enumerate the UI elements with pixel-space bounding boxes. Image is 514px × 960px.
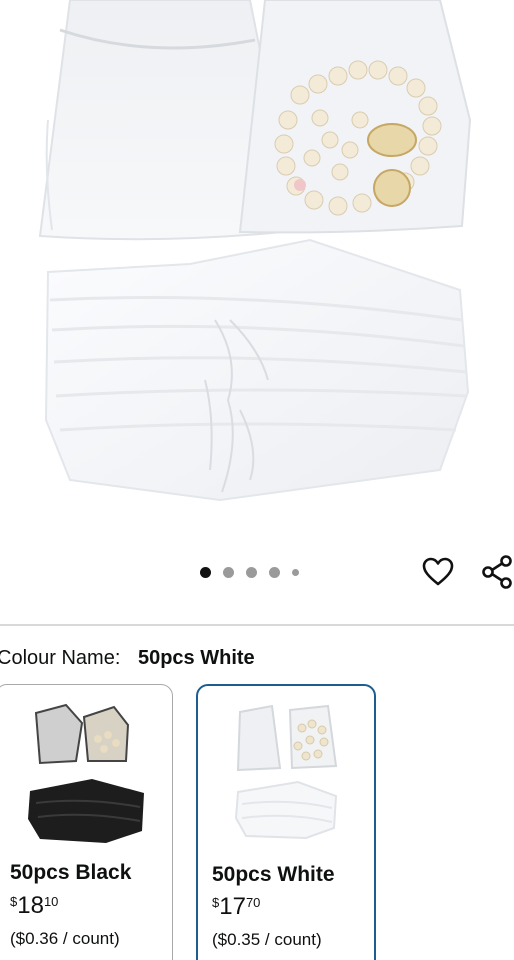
variant-thumbnail — [198, 696, 374, 846]
price-whole: 17 — [219, 893, 246, 920]
price-fraction: 70 — [245, 895, 261, 910]
variant-thumbnail — [0, 695, 172, 845]
price-whole: 18 — [17, 892, 44, 919]
price-currency: $ — [10, 894, 18, 909]
colour-label: Colour Name: — [0, 647, 121, 669]
heart-icon — [422, 557, 454, 586]
carousel-indicator[interactable] — [200, 565, 299, 579]
wishlist-button[interactable] — [418, 552, 458, 592]
colour-selection-label: Colour Name: 50pcs White — [0, 645, 255, 671]
share-icon — [482, 555, 512, 589]
product-page: Colour Name: 50pcs White 50pcs Black $ 1… — [0, 0, 514, 960]
variant-option-black[interactable]: 50pcs Black $ 18 10 ($0.36 / count) — [0, 684, 173, 960]
carousel-dot[interactable] — [269, 566, 280, 578]
share-button[interactable] — [477, 552, 514, 592]
carousel-dot[interactable] — [292, 568, 299, 576]
variant-unit-price: ($0.36 / count) — [10, 929, 120, 948]
variant-name: 50pcs White — [212, 863, 335, 886]
product-image[interactable] — [0, 0, 514, 545]
variant-unit-price: ($0.35 / count) — [212, 930, 322, 949]
carousel-dot[interactable] — [223, 566, 234, 578]
variant-option-white[interactable]: 50pcs White $ 17 70 ($0.35 / count) — [196, 684, 376, 960]
variant-price: $ 17 70 — [212, 893, 260, 921]
carousel-dot[interactable] — [200, 566, 211, 578]
section-divider — [0, 624, 514, 626]
price-fraction: 10 — [43, 894, 59, 909]
carousel-dot[interactable] — [246, 566, 257, 578]
price-currency: $ — [212, 895, 220, 910]
variant-price: $ 18 10 — [10, 892, 58, 920]
colour-selected-value: 50pcs White — [137, 647, 255, 669]
variant-name: 50pcs Black — [10, 861, 132, 884]
